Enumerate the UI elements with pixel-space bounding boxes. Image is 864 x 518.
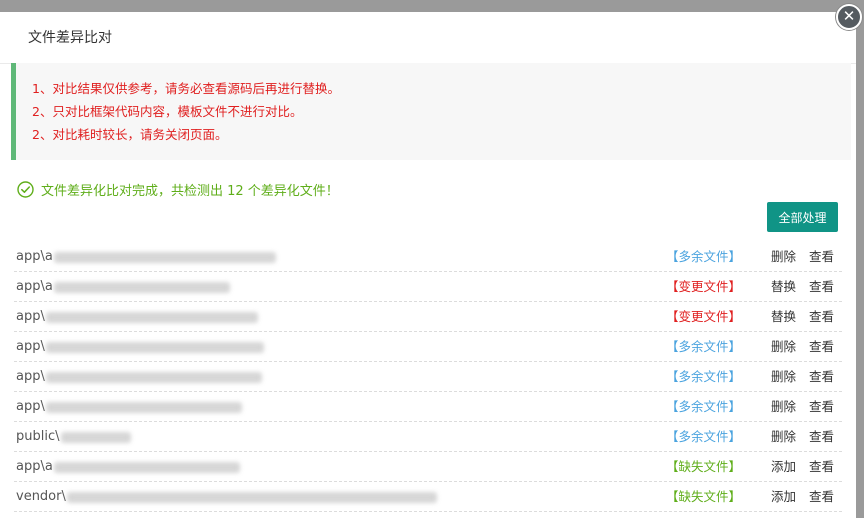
replace-link[interactable]: 替换: [771, 302, 796, 332]
table-row: app\ 【多余文件】 删除 查看: [14, 392, 842, 422]
status-badge: 【变更文件】: [666, 309, 742, 324]
table-row: app\a 【变更文件】 替换 查看: [14, 272, 842, 302]
status-badge: 【多余文件】: [666, 369, 742, 384]
delete-link[interactable]: 删除: [771, 332, 796, 362]
status-badge: 【缺失文件】: [666, 489, 742, 504]
close-icon[interactable]: ✕: [836, 4, 862, 30]
status-badge: 【缺失文件】: [666, 459, 742, 474]
status-badge: 【多余文件】: [666, 249, 742, 264]
modal-title: 文件差异比对: [0, 12, 856, 64]
view-link[interactable]: 查看: [809, 362, 834, 392]
file-path: app\: [16, 332, 264, 362]
notice-line-2: 2、只对比框架代码内容，模板文件不进行对比。: [32, 104, 303, 119]
status-badge: 【多余文件】: [666, 339, 742, 354]
file-path: app\a: [16, 452, 240, 482]
delete-link[interactable]: 删除: [771, 362, 796, 392]
delete-link[interactable]: 删除: [771, 422, 796, 452]
file-path: public\: [16, 422, 131, 452]
table-row: public\ 【多余文件】 删除 查看: [14, 422, 842, 452]
notice-line-3: 2、对比耗时较长，请务关闭页面。: [32, 127, 228, 142]
view-link[interactable]: 查看: [809, 452, 834, 482]
table-row: app\a 【多余文件】 删除 查看: [14, 242, 842, 272]
status-text: 文件差异化比对完成，共检测出 12 个差异化文件！: [41, 184, 339, 199]
table-row: app\ 【变更文件】 替换 查看: [14, 302, 842, 332]
file-path: app\a: [16, 272, 230, 302]
view-link[interactable]: 查看: [809, 422, 834, 452]
table-row: app\a 【缺失文件】 添加 查看: [14, 452, 842, 482]
add-link[interactable]: 添加: [771, 452, 796, 482]
file-path: app\: [16, 362, 262, 392]
view-link[interactable]: 查看: [809, 272, 834, 302]
notice-line-1: 1、对比结果仅供参考，请务必查看源码后再进行替换。: [32, 81, 340, 96]
table-row: app\ 【多余文件】 删除 查看: [14, 362, 842, 392]
notice-box: 1、对比结果仅供参考，请务必查看源码后再进行替换。 2、只对比框架代码内容，模板…: [11, 63, 851, 160]
status-badge: 【多余文件】: [666, 399, 742, 414]
process-all-button[interactable]: 全部处理: [767, 202, 838, 232]
file-path: vendor\: [16, 482, 437, 512]
status-message: 文件差异化比对完成，共检测出 12 个差异化文件！: [17, 180, 339, 199]
view-link[interactable]: 查看: [809, 482, 834, 512]
add-link[interactable]: 添加: [771, 482, 796, 512]
status-badge: 【变更文件】: [666, 279, 742, 294]
file-path: app\: [16, 392, 242, 422]
view-link[interactable]: 查看: [809, 332, 834, 362]
diff-file-list: app\a 【多余文件】 删除 查看 app\a 【变更文件】 替换 查看 ap…: [14, 242, 842, 512]
view-link[interactable]: 查看: [809, 302, 834, 332]
table-row: vendor\ 【缺失文件】 添加 查看: [14, 482, 842, 512]
delete-link[interactable]: 删除: [771, 392, 796, 422]
replace-link[interactable]: 替换: [771, 272, 796, 302]
view-link[interactable]: 查看: [809, 392, 834, 422]
file-diff-modal: 文件差异比对 1、对比结果仅供参考，请务必查看源码后再进行替换。 2、只对比框架…: [0, 12, 856, 518]
view-link[interactable]: 查看: [809, 242, 834, 272]
table-row: app\ 【多余文件】 删除 查看: [14, 332, 842, 362]
file-path: app\a: [16, 242, 276, 272]
file-path: app\: [16, 302, 258, 332]
delete-link[interactable]: 删除: [771, 242, 796, 272]
status-badge: 【多余文件】: [666, 429, 742, 444]
check-circle-icon: [17, 181, 34, 198]
